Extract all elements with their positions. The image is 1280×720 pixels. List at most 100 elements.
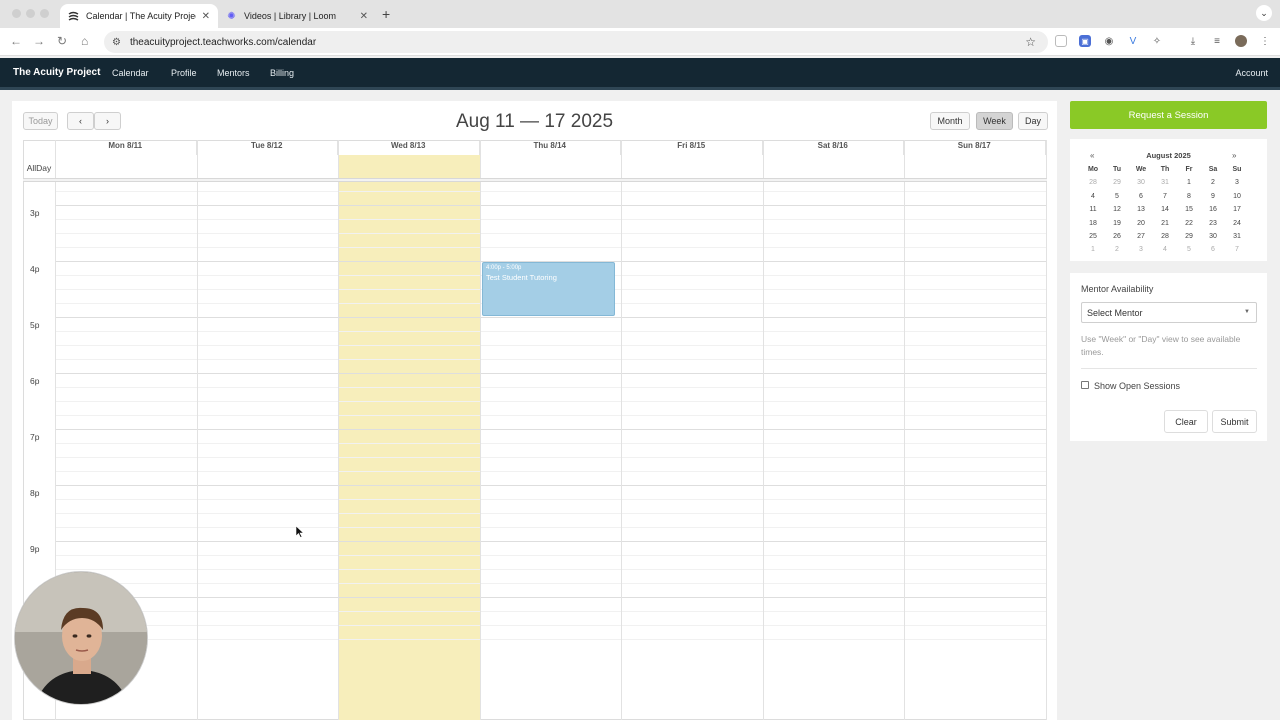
address-bar[interactable]: ⚙ theacuityproject.teachworks.com/calend… xyxy=(104,31,1048,53)
quarter-hour-line xyxy=(55,191,1047,192)
close-icon[interactable]: ✕ xyxy=(360,11,368,22)
today-button[interactable]: Today xyxy=(23,112,58,130)
calendar-event[interactable]: 4:00p - 5:00p Test Student Tutoring xyxy=(482,262,615,316)
next-week-button[interactable]: › xyxy=(94,112,121,130)
minical-day[interactable]: 1 xyxy=(1177,176,1201,189)
new-tab-icon[interactable]: + xyxy=(382,6,390,22)
show-open-sessions-label[interactable]: Show Open Sessions xyxy=(1094,381,1180,391)
minical-day[interactable]: 3 xyxy=(1225,176,1249,189)
back-arrow-icon[interactable]: ← xyxy=(10,34,22,48)
reload-icon[interactable]: ↻ xyxy=(57,34,67,48)
minical-day[interactable]: 24 xyxy=(1225,217,1249,230)
minical-day[interactable]: 31 xyxy=(1225,230,1249,243)
nav-mentors[interactable]: Mentors xyxy=(217,68,250,78)
request-session-button[interactable]: Request a Session xyxy=(1070,101,1267,129)
extension-camera-icon[interactable]: ◉ xyxy=(1103,35,1115,47)
hour-label: 7p xyxy=(30,432,40,442)
minical-day[interactable]: 27 xyxy=(1129,230,1153,243)
minical-weekday: We xyxy=(1135,166,1147,173)
bookmark-star-icon[interactable]: ☆ xyxy=(1025,35,1036,49)
profile-avatar[interactable] xyxy=(1235,35,1247,47)
window-zoom-button[interactable] xyxy=(40,9,49,18)
minical-day[interactable]: 21 xyxy=(1153,217,1177,230)
minical-day[interactable]: 4 xyxy=(1153,243,1177,256)
minical-day[interactable]: 4 xyxy=(1081,190,1105,203)
nav-calendar[interactable]: Calendar xyxy=(112,68,149,78)
minical-prev-button[interactable]: « xyxy=(1090,151,1094,160)
extensions-puzzle-icon[interactable]: ✧ xyxy=(1151,35,1163,47)
event-title: Test Student Tutoring xyxy=(486,273,557,282)
forward-arrow-icon[interactable]: → xyxy=(33,34,45,48)
submit-button[interactable]: Submit xyxy=(1212,410,1257,433)
minical-day[interactable]: 13 xyxy=(1129,203,1153,216)
minical-day[interactable]: 23 xyxy=(1201,217,1225,230)
hour-line xyxy=(55,541,1047,542)
minical-day[interactable]: 22 xyxy=(1177,217,1201,230)
minical-day[interactable]: 29 xyxy=(1105,176,1129,189)
minical-day[interactable]: 6 xyxy=(1129,190,1153,203)
minical-day[interactable]: 5 xyxy=(1177,243,1201,256)
acuity-favicon-icon xyxy=(68,11,79,22)
nav-profile[interactable]: Profile xyxy=(171,68,197,78)
minical-day[interactable]: 31 xyxy=(1153,176,1177,189)
minical-day[interactable]: 15 xyxy=(1177,203,1201,216)
reading-list-icon[interactable]: ≡ xyxy=(1211,35,1223,47)
minical-day[interactable]: 6 xyxy=(1201,243,1225,256)
brand-link[interactable]: The Acuity Project xyxy=(13,67,100,78)
minical-day[interactable]: 10 xyxy=(1225,190,1249,203)
minical-day[interactable]: 19 xyxy=(1105,217,1129,230)
mentor-select[interactable]: Select Mentor ▼ xyxy=(1081,302,1257,323)
day-column-line xyxy=(338,140,339,720)
minical-day[interactable]: 28 xyxy=(1153,230,1177,243)
home-icon[interactable]: ⌂ xyxy=(81,34,88,48)
view-month-button[interactable]: Month xyxy=(930,112,970,130)
minical-day[interactable]: 12 xyxy=(1105,203,1129,216)
download-icon[interactable]: ⤓ xyxy=(1187,35,1199,47)
quarter-hour-line xyxy=(55,331,1047,332)
minical-day[interactable]: 9 xyxy=(1201,190,1225,203)
day-column-line xyxy=(621,140,622,720)
minical-day[interactable]: 11 xyxy=(1081,203,1105,216)
window-close-button[interactable] xyxy=(12,9,21,18)
minical-day[interactable]: 5 xyxy=(1105,190,1129,203)
view-day-button[interactable]: Day xyxy=(1018,112,1048,130)
minical-day[interactable]: 16 xyxy=(1201,203,1225,216)
minical-day[interactable]: 30 xyxy=(1129,176,1153,189)
minical-day[interactable]: 26 xyxy=(1105,230,1129,243)
minical-day[interactable]: 17 xyxy=(1225,203,1249,216)
browser-tab-calendar[interactable]: Calendar | The Acuity Project ✕ xyxy=(60,4,218,28)
minical-day[interactable]: 7 xyxy=(1153,190,1177,203)
extension-shield-icon[interactable]: ▣ xyxy=(1079,35,1091,47)
minical-day[interactable]: 28 xyxy=(1081,176,1105,189)
nav-billing[interactable]: Billing xyxy=(270,68,294,78)
chevron-down-icon[interactable]: ⌄ xyxy=(1256,5,1272,21)
extension-doc-icon[interactable] xyxy=(1055,35,1067,47)
prev-week-button[interactable]: ‹ xyxy=(67,112,94,130)
more-menu-icon[interactable]: ⋮ xyxy=(1259,35,1271,47)
minical-day[interactable]: 25 xyxy=(1081,230,1105,243)
minical-day[interactable]: 20 xyxy=(1129,217,1153,230)
extension-v-icon[interactable]: V xyxy=(1127,35,1139,47)
minical-day[interactable]: 2 xyxy=(1105,243,1129,256)
availability-title: Mentor Availability xyxy=(1081,284,1154,294)
view-week-button[interactable]: Week xyxy=(976,112,1013,130)
minical-day[interactable]: 8 xyxy=(1177,190,1201,203)
minical-day[interactable]: 30 xyxy=(1201,230,1225,243)
minical-day[interactable]: 29 xyxy=(1177,230,1201,243)
minical-next-button[interactable]: » xyxy=(1232,151,1236,160)
day-header-5: Sat 8/16 xyxy=(763,141,904,155)
site-settings-icon[interactable]: ⚙ xyxy=(112,37,121,48)
webcam-bubble[interactable] xyxy=(14,571,148,705)
browser-tab-loom[interactable]: ✺ Videos | Library | Loom ✕ xyxy=(218,4,376,28)
window-minimize-button[interactable] xyxy=(26,9,35,18)
clear-button[interactable]: Clear xyxy=(1164,410,1208,433)
close-icon[interactable]: ✕ xyxy=(202,11,210,22)
minical-day[interactable]: 1 xyxy=(1081,243,1105,256)
minical-day[interactable]: 3 xyxy=(1129,243,1153,256)
minical-day[interactable]: 7 xyxy=(1225,243,1249,256)
minical-day[interactable]: 18 xyxy=(1081,217,1105,230)
nav-account[interactable]: Account xyxy=(1235,68,1268,78)
minical-day[interactable]: 14 xyxy=(1153,203,1177,216)
minical-day[interactable]: 2 xyxy=(1201,176,1225,189)
show-open-sessions-checkbox[interactable] xyxy=(1081,381,1089,389)
